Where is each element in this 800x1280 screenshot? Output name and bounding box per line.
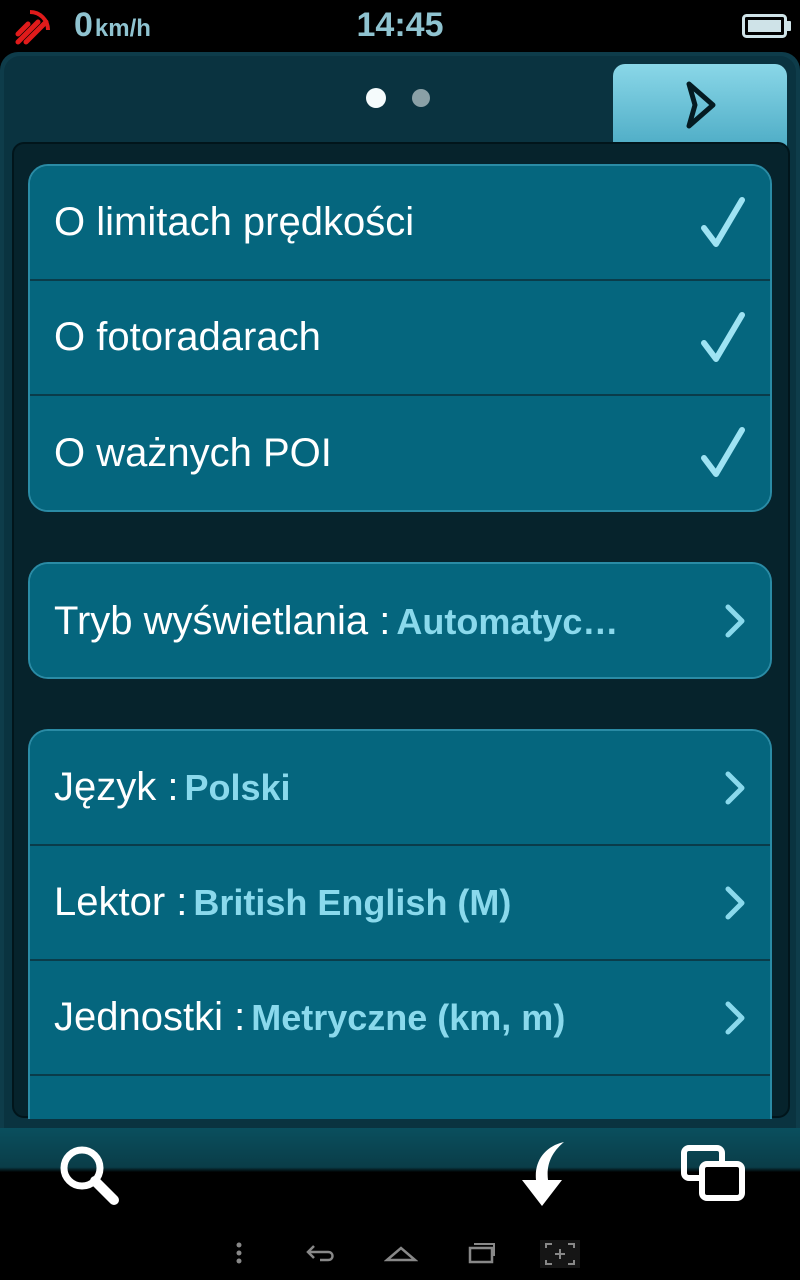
battery-icon [742, 14, 791, 38]
chevron-right-icon [725, 604, 745, 638]
page-indicator [366, 88, 436, 110]
display-group: Tryb wyświetlania : Automatyc… [28, 562, 772, 679]
chevron-right-outline-icon [686, 81, 716, 129]
row-label: Język : Polski [54, 731, 291, 844]
chevron-right-icon [725, 771, 745, 805]
back-icon[interactable] [304, 1240, 338, 1266]
back-arrow-icon[interactable] [508, 1140, 570, 1208]
row-label: O fotoradarach [54, 315, 321, 359]
windows-icon[interactable] [680, 1144, 746, 1202]
row-label: O ważnych POI [54, 431, 332, 475]
page-dot-active[interactable] [366, 88, 386, 108]
row-label: O limitach prędkości [54, 200, 415, 244]
voice-row[interactable]: Lektor : British English (M) [30, 846, 770, 961]
alert-speed-cameras-row[interactable]: O fotoradarach [30, 281, 770, 396]
chevron-right-icon [725, 886, 745, 920]
display-mode-label: Tryb wyświetlania : [54, 599, 391, 643]
units-label: Jednostki : [54, 995, 246, 1039]
search-icon[interactable] [58, 1144, 120, 1206]
checkmark-icon[interactable] [700, 426, 746, 480]
page-dot-inactive[interactable] [412, 89, 430, 107]
language-row[interactable]: Język : Polski [30, 731, 770, 846]
display-mode-row[interactable]: Tryb wyświetlania : Automatyc… [30, 564, 770, 677]
general-settings-group: Język : Polski Lektor : British English … [28, 729, 772, 1119]
checkmark-icon[interactable] [700, 311, 746, 365]
clock: 14:45 [356, 6, 444, 44]
status-bar: 0km/h 14:45 [0, 0, 800, 52]
screenshot-icon[interactable] [540, 1240, 580, 1268]
language-value: Polski [184, 766, 291, 808]
partial-row[interactable] [30, 1076, 770, 1119]
row-label: Lektor : British English (M) [54, 846, 511, 959]
row-label: Jednostki : Metryczne (km, m) [54, 961, 565, 1074]
alert-speed-limits-row[interactable]: O limitach prędkości [30, 166, 770, 281]
units-row[interactable]: Jednostki : Metryczne (km, m) [30, 961, 770, 1076]
display-mode-value: Automatyc… [396, 600, 619, 642]
next-page-tab[interactable] [613, 64, 787, 154]
menu-dots-icon[interactable] [234, 1240, 244, 1266]
home-icon[interactable] [384, 1240, 418, 1266]
units-value: Metryczne (km, m) [251, 996, 566, 1038]
chevron-right-icon [725, 1001, 745, 1035]
checkmark-icon[interactable] [700, 196, 746, 250]
alerts-group: O limitach prędkości O fotoradarach O wa… [28, 164, 772, 512]
voice-label: Lektor : [54, 880, 188, 924]
recent-apps-icon[interactable] [464, 1240, 498, 1266]
language-label: Język : [54, 765, 179, 809]
alert-important-poi-row[interactable]: O ważnych POI [30, 396, 770, 510]
row-label: Tryb wyświetlania : Automatyc… [54, 564, 619, 677]
voice-value: British English (M) [193, 881, 512, 923]
